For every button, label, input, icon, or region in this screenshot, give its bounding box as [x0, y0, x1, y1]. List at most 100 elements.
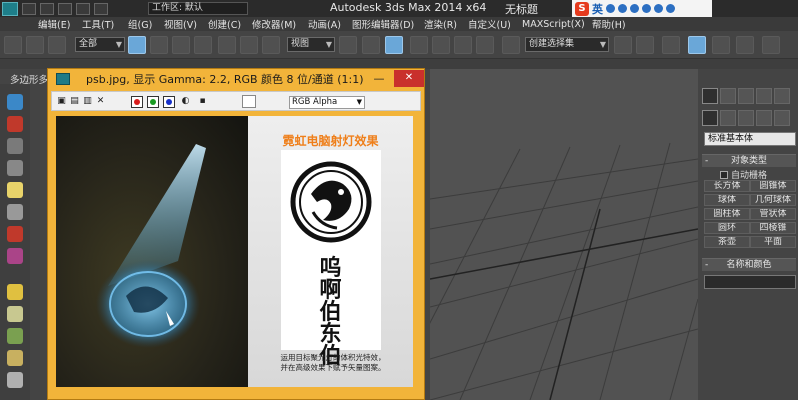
- menu-maxscript[interactable]: MAXScript(X): [522, 19, 585, 30]
- ime-tools-icon[interactable]: [666, 4, 675, 13]
- cone-button[interactable]: 圆锥体: [750, 180, 796, 192]
- torus-button[interactable]: 圆环: [704, 222, 750, 234]
- new-file-button[interactable]: [22, 2, 36, 15]
- geosphere-button[interactable]: 几何球体: [750, 194, 796, 206]
- ime-punct-icon[interactable]: [618, 4, 627, 13]
- modify-tab-icon[interactable]: [720, 88, 736, 104]
- monochrome-icon[interactable]: ▪: [197, 96, 208, 107]
- window-crossing-icon[interactable]: [194, 36, 212, 54]
- rollout-name-color[interactable]: - 名称和颜色: [702, 258, 796, 271]
- perspective-viewport[interactable]: [430, 69, 698, 400]
- light-bulb-icon[interactable]: [7, 182, 23, 198]
- camera-icon[interactable]: [7, 204, 23, 220]
- channel-display-dropdown[interactable]: RGB Alpha ▼: [289, 96, 365, 109]
- edit-named-selection-icon[interactable]: [502, 36, 520, 54]
- layers-icon[interactable]: [7, 160, 23, 176]
- hierarchy-tab-icon[interactable]: [738, 88, 754, 104]
- select-manipulate-icon[interactable]: [362, 36, 380, 54]
- red-channel-toggle[interactable]: [131, 96, 143, 108]
- sphere-button[interactable]: 球体: [704, 194, 750, 206]
- minimize-button[interactable]: —: [368, 72, 390, 87]
- graphite-toggle-icon[interactable]: [688, 36, 706, 54]
- bind-spacewarp-icon[interactable]: [48, 36, 66, 54]
- scale-icon[interactable]: [262, 36, 280, 54]
- motion-tab-icon[interactable]: [756, 88, 772, 104]
- object-name-field[interactable]: [704, 275, 796, 289]
- curve-editor-icon[interactable]: [712, 36, 730, 54]
- rect-selection-icon[interactable]: [172, 36, 190, 54]
- menu-edit[interactable]: 编辑(E): [38, 17, 70, 31]
- geometry-category-icon[interactable]: [702, 110, 718, 126]
- menu-group[interactable]: 组(G): [128, 17, 152, 31]
- box-primitive-icon[interactable]: [7, 284, 23, 300]
- named-selection-set-dropdown[interactable]: 创建选择集 ▼: [525, 37, 609, 52]
- menu-rendering[interactable]: 渲染(R): [424, 17, 457, 31]
- redo-button[interactable]: [94, 2, 108, 15]
- ime-skin-icon[interactable]: [654, 4, 663, 13]
- pyramid-button[interactable]: 四棱锥: [750, 222, 796, 234]
- undo-button[interactable]: [76, 2, 90, 15]
- select-object-icon[interactable]: [128, 36, 146, 54]
- green-channel-toggle[interactable]: [147, 96, 159, 108]
- blue-channel-toggle[interactable]: [163, 96, 175, 108]
- rotate-icon[interactable]: [240, 36, 258, 54]
- menu-graph-editors[interactable]: 图形编辑器(D): [352, 17, 414, 31]
- menu-customize[interactable]: 自定义(U): [468, 17, 511, 31]
- menu-animation[interactable]: 动画(A): [308, 17, 341, 31]
- primitive-category-dropdown[interactable]: 标准基本体: [704, 132, 796, 146]
- move-icon[interactable]: [218, 36, 236, 54]
- color-swatch[interactable]: [242, 95, 256, 108]
- undo-toolbar-icon[interactable]: [4, 36, 22, 54]
- layer-manager-icon[interactable]: [662, 36, 680, 54]
- tube-button[interactable]: 管状体: [750, 208, 796, 220]
- menu-tools[interactable]: 工具(T): [82, 17, 114, 31]
- display-tab-icon[interactable]: [774, 88, 790, 104]
- snaps-toggle-icon[interactable]: [410, 36, 428, 54]
- ime-toolbar[interactable]: S 英: [572, 0, 712, 17]
- teapot-icon[interactable]: [7, 94, 23, 110]
- list-icon[interactable]: [7, 138, 23, 154]
- align-icon[interactable]: [636, 36, 654, 54]
- ime-mic-icon[interactable]: [630, 4, 639, 13]
- modify-stack-icon[interactable]: [7, 116, 23, 132]
- workspace-dropdown[interactable]: 工作区: 默认: [148, 2, 248, 15]
- ime-language-indicator[interactable]: 英: [592, 1, 603, 17]
- open-file-button[interactable]: [40, 2, 54, 15]
- keyboard-shortcut-override-icon[interactable]: [385, 36, 403, 54]
- ime-moon-icon[interactable]: [606, 4, 615, 13]
- close-button[interactable]: ✕: [394, 70, 424, 87]
- sogou-logo-icon[interactable]: S: [575, 1, 589, 16]
- box-button[interactable]: 长方体: [704, 180, 750, 192]
- link-icon[interactable]: [26, 36, 44, 54]
- teapot-button[interactable]: 茶壶: [704, 236, 750, 248]
- save-file-button[interactable]: [58, 2, 72, 15]
- ime-keyboard-icon[interactable]: [642, 4, 651, 13]
- helpers-category-icon[interactable]: [774, 110, 790, 126]
- hemisphere-icon[interactable]: [7, 306, 23, 322]
- material-editor-icon[interactable]: [762, 36, 780, 54]
- menu-views[interactable]: 视图(V): [164, 17, 197, 31]
- cylinder-icon[interactable]: [7, 372, 23, 388]
- cylinder-button[interactable]: 圆柱体: [704, 208, 750, 220]
- create-tab-icon[interactable]: [702, 88, 718, 104]
- rollout-object-type[interactable]: - 对象类型: [702, 154, 796, 167]
- cameras-category-icon[interactable]: [756, 110, 772, 126]
- reference-coord-dropdown[interactable]: 视图 ▼: [287, 37, 335, 52]
- menu-help[interactable]: 帮助(H): [592, 17, 626, 31]
- alpha-channel-icon[interactable]: ◐: [180, 96, 191, 107]
- selection-filter-dropdown[interactable]: 全部 ▼: [75, 37, 125, 52]
- clear-icon[interactable]: ✕: [95, 96, 106, 107]
- menu-modifiers[interactable]: 修改器(M): [252, 17, 296, 31]
- app-logo-icon[interactable]: [2, 1, 18, 16]
- mirror-icon[interactable]: [614, 36, 632, 54]
- plane-button[interactable]: 平面: [750, 236, 796, 248]
- geosphere-icon[interactable]: [7, 328, 23, 344]
- copy-image-icon[interactable]: ▤: [69, 96, 80, 107]
- lights-category-icon[interactable]: [738, 110, 754, 126]
- cone-icon[interactable]: [7, 350, 23, 366]
- select-by-name-icon[interactable]: [150, 36, 168, 54]
- helper-icon[interactable]: [7, 248, 23, 264]
- percent-snap-icon[interactable]: [454, 36, 472, 54]
- shapes-category-icon[interactable]: [720, 110, 736, 126]
- schematic-view-icon[interactable]: [736, 36, 754, 54]
